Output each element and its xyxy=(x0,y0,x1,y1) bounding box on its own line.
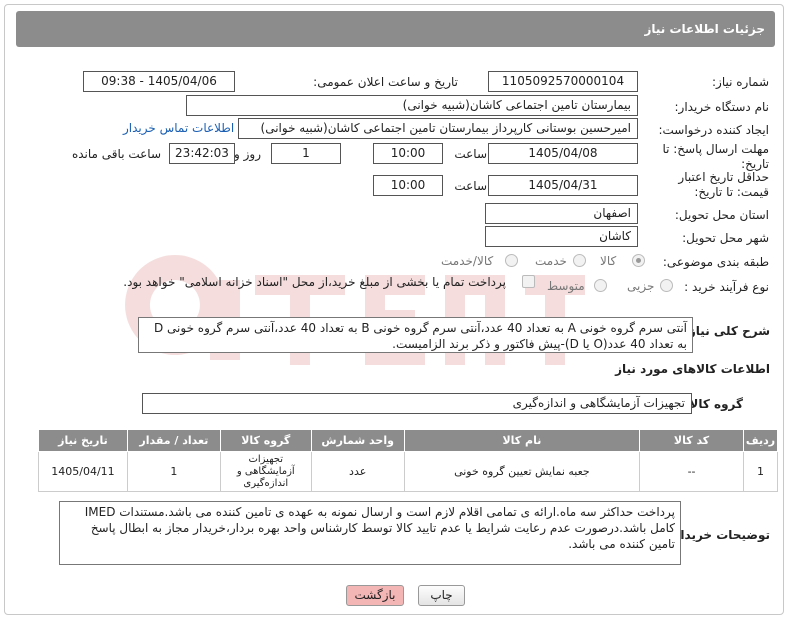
validity-time-label: ساعت xyxy=(454,179,487,193)
category-option-goods: کالا xyxy=(600,254,617,268)
cell-quantity: 1 xyxy=(126,451,221,492)
details-panel: جزئیات اطلاعات نیاز شماره نیاز: 11050925… xyxy=(4,4,784,615)
process-option-minor: جزیی xyxy=(627,279,655,293)
need-number-label: شماره نیاز: xyxy=(712,75,769,89)
goods-group-field[interactable]: تجهیزات آزمایشگاهی و اندازه‌گیری xyxy=(142,393,692,414)
col-row-number: ردیف xyxy=(742,429,779,452)
creator-field[interactable]: امیرحسین بوستانی کارپرداز بیمارستان تامی… xyxy=(238,118,638,139)
deadline-label: مهلت ارسال پاسخ: تا تاریخ: xyxy=(662,142,769,171)
buyer-field[interactable]: بیمارستان تامین اجتماعی کاشان(شبیه خوانی… xyxy=(186,95,638,116)
province-label: استان محل تحویل: xyxy=(674,208,769,222)
goods-info-title: اطلاعات کالاهای مورد نیاز xyxy=(615,362,770,376)
watermark-logo xyxy=(125,255,585,365)
process-option-medium: متوسط xyxy=(547,279,585,293)
validity-date-field[interactable]: 1405/04/31 xyxy=(488,175,638,196)
col-quantity: تعداد / مقدار xyxy=(126,429,221,452)
col-goods-name: نام کالا xyxy=(403,429,641,452)
description-text: آنتی سرم گروه خونی A به تعداد 40 عدد،آنت… xyxy=(153,321,687,351)
col-need-date: تاریخ نیاز xyxy=(38,429,128,452)
description-textarea[interactable]: آنتی سرم گروه خونی A به تعداد 40 عدد،آنت… xyxy=(138,317,693,353)
announce-datetime-field[interactable]: 1405/04/06 - 09:38 xyxy=(83,71,235,92)
category-radio-goods-service[interactable] xyxy=(505,254,518,267)
buyer-notes-label: توضیحات خریدار: xyxy=(668,528,770,542)
deadline-time-field[interactable]: 10:00 xyxy=(373,143,443,164)
deadline-time-label: ساعت xyxy=(454,147,487,161)
cell-row-number: 1 xyxy=(742,451,779,492)
category-option-service: خدمت xyxy=(535,254,567,268)
category-option-goods-service: کالا/خدمت xyxy=(441,254,494,268)
days-label: روز و xyxy=(234,147,261,161)
category-label: طبقه بندی موضوعی: xyxy=(662,255,769,269)
validity-time-field[interactable]: 10:00 xyxy=(373,175,443,196)
need-number-field[interactable]: 1105092570000104 xyxy=(488,71,638,92)
city-label: شهر محل تحویل: xyxy=(682,231,769,245)
process-radio-minor[interactable] xyxy=(660,279,673,292)
category-radio-service[interactable] xyxy=(573,254,586,267)
buyer-notes-text: پرداخت حداکثر سه ماه.ارائه ی تمامی اقلام… xyxy=(84,505,675,551)
buyer-label: نام دستگاه خریدار: xyxy=(674,100,770,114)
cell-need-date: 1405/04/11 xyxy=(38,451,128,492)
print-button[interactable]: چاپ xyxy=(418,585,465,606)
remaining-time-field[interactable]: 23:42:03 xyxy=(169,143,235,164)
cell-unit: عدد xyxy=(310,451,405,492)
announce-datetime-label: تاریخ و ساعت اعلان عمومی: xyxy=(313,75,458,89)
panel-title: جزئیات اطلاعات نیاز xyxy=(16,11,775,47)
col-unit: واحد شمارش xyxy=(310,429,405,452)
cell-goods-name: جعبه نمایش تعیین گروه خونی xyxy=(403,451,641,492)
treasury-payment-text: پرداخت تمام یا بخشی از مبلغ خرید،از محل … xyxy=(123,275,506,289)
col-goods-group: گروه کالا xyxy=(219,429,312,452)
remaining-time-label: ساعت باقی مانده xyxy=(71,147,161,161)
validity-label: حداقل تاریخ اعتبار قیمت: تا تاریخ: xyxy=(678,170,769,199)
description-label: شرح کلی نیاز: xyxy=(684,324,770,338)
deadline-date-field[interactable]: 1405/04/08 xyxy=(488,143,638,164)
process-type-label: نوع فرآیند خرید : xyxy=(684,280,769,294)
buyer-notes-textarea[interactable]: پرداخت حداکثر سه ماه.ارائه ی تمامی اقلام… xyxy=(59,501,681,565)
cell-goods-code: -- xyxy=(639,451,744,492)
category-radio-goods[interactable] xyxy=(632,254,645,267)
goods-table-header: تاریخ نیاز تعداد / مقدار گروه کالا واحد … xyxy=(38,429,779,452)
treasury-payment-checkbox[interactable] xyxy=(522,275,535,288)
col-goods-code: کد کالا xyxy=(639,429,744,452)
process-radio-medium[interactable] xyxy=(594,279,607,292)
days-field[interactable]: 1 xyxy=(271,143,341,164)
back-button[interactable]: بازگشت xyxy=(346,585,404,606)
buyer-contact-link[interactable]: اطلاعات تماس خریدار xyxy=(123,121,234,135)
goods-group-label: گروه کالا: xyxy=(684,397,743,411)
table-row[interactable]: 1405/04/11 1 تجهیزات آزمایشگاهی و اندازه… xyxy=(38,451,779,492)
province-field[interactable]: اصفهان xyxy=(485,203,638,224)
creator-label: ایجاد کننده درخواست: xyxy=(658,123,769,137)
goods-table: تاریخ نیاز تعداد / مقدار گروه کالا واحد … xyxy=(38,429,779,492)
city-field[interactable]: کاشان xyxy=(485,226,638,247)
cell-goods-group: تجهیزات آزمایشگاهی و اندازه‌گیری xyxy=(219,451,312,492)
